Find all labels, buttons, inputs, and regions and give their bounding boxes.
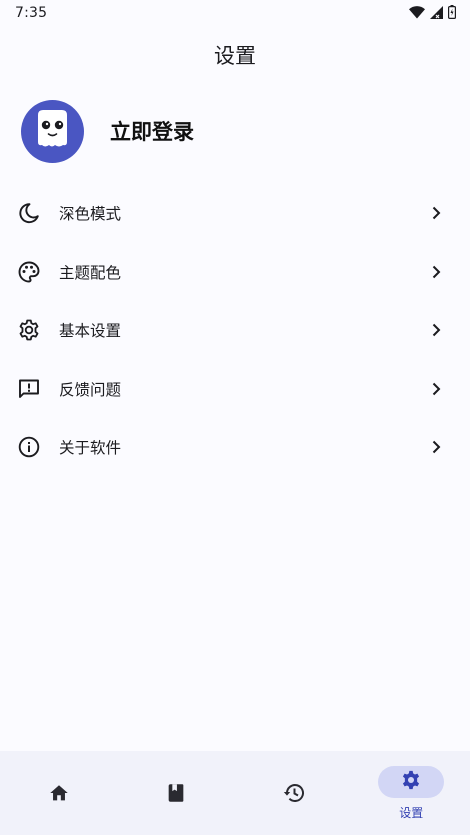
settings-menu: 深色模式 主题配色 基本设置 反馈问题 关于软件 — [0, 184, 470, 477]
chevron-right-icon — [428, 264, 444, 280]
chevron-right-icon — [428, 439, 444, 455]
palette-icon — [17, 260, 41, 284]
settings-screen: 7:35 设置 立即登录 深色模式 主题配色 基本设置 反馈问题 关于软件 设置 — [0, 0, 470, 835]
nav-pill[interactable] — [143, 779, 209, 811]
bottom-navigation: 设置 — [0, 751, 470, 835]
page-title: 设置 — [214, 44, 256, 68]
menu-item-label: 基本设置 — [59, 322, 122, 341]
gear-icon — [17, 318, 41, 342]
chevron-right-icon — [428, 322, 444, 338]
status-time: 7:35 — [15, 5, 48, 21]
info-icon — [17, 435, 41, 459]
wifi-icon — [409, 4, 425, 23]
nav-item-home[interactable] — [0, 751, 118, 835]
gear-icon — [400, 769, 422, 795]
avatar[interactable] — [21, 99, 84, 163]
feedback-icon — [17, 377, 41, 401]
status-icons — [409, 4, 457, 23]
chevron-right-icon — [428, 205, 444, 221]
book-icon — [165, 782, 187, 808]
history-icon — [282, 781, 306, 809]
menu-item-label: 深色模式 — [59, 205, 122, 224]
login-label[interactable]: 立即登录 — [110, 116, 194, 146]
menu-item-basic-settings[interactable]: 基本设置 — [0, 301, 470, 360]
nav-pill[interactable] — [26, 779, 92, 811]
nav-label-settings: 设置 — [399, 806, 424, 820]
menu-item-label: 反馈问题 — [59, 380, 122, 399]
nav-pill[interactable] — [261, 779, 327, 811]
menu-item-label: 主题配色 — [59, 263, 122, 282]
nav-item-history[interactable] — [235, 751, 353, 835]
chevron-right-icon — [428, 381, 444, 397]
status-bar: 7:35 — [0, 0, 470, 26]
nav-item-book[interactable] — [118, 751, 236, 835]
home-icon — [48, 782, 70, 808]
nav-item-settings[interactable]: 设置 — [353, 751, 470, 835]
nav-pill-active[interactable] — [378, 766, 445, 798]
login-profile-row[interactable]: 立即登录 — [0, 96, 470, 166]
menu-item-about[interactable]: 关于软件 — [0, 418, 470, 477]
top-app-bar: 设置 — [0, 26, 470, 84]
menu-item-theme-color[interactable]: 主题配色 — [0, 243, 470, 302]
ghost-avatar-icon — [21, 100, 84, 163]
menu-item-label: 关于软件 — [59, 439, 122, 458]
menu-item-feedback[interactable]: 反馈问题 — [0, 360, 470, 419]
battery-icon — [448, 4, 457, 23]
menu-item-dark-mode[interactable]: 深色模式 — [0, 184, 470, 243]
moon-icon — [17, 201, 41, 225]
signal-icon — [430, 4, 443, 23]
